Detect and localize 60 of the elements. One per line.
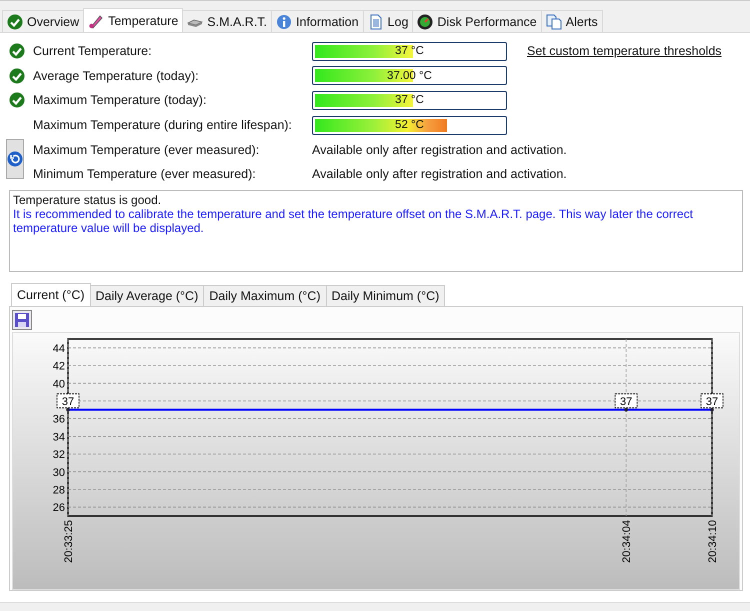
data-label: 37	[614, 392, 638, 408]
reading-value: Available only after registration and activation.	[312, 167, 568, 182]
chart-tab[interactable]: Daily Minimum (°C)	[326, 284, 446, 306]
info-icon	[276, 14, 292, 30]
reading-label: Maximum Temperature (ever measured):	[33, 142, 260, 157]
data-point	[710, 408, 714, 412]
reading-label: Average Temperature (today):	[33, 68, 200, 83]
chart-tab[interactable]: Current (°C)	[11, 282, 91, 306]
reading-value: Available only after registration and activation.	[312, 142, 568, 157]
reading-label: Current Temperature:	[33, 44, 153, 58]
undo-icon	[7, 151, 23, 168]
data-label: 37	[706, 395, 718, 408]
y-axis-label: 44	[52, 342, 65, 354]
check-icon	[7, 14, 23, 30]
reading-label: Maximum Temperature (during entire lifespan):	[33, 118, 293, 132]
tab-label: Temperature	[108, 14, 178, 28]
temperature-value: 52 °C	[394, 119, 425, 132]
thermometer-icon	[88, 12, 104, 28]
tab[interactable]: Log	[362, 10, 414, 32]
y-axis-label: 42	[52, 360, 65, 372]
tab[interactable]: Temperature	[83, 8, 184, 32]
y-axis-label: 34	[52, 430, 65, 443]
tab-label: Log	[388, 14, 408, 28]
save-button[interactable]	[12, 310, 32, 330]
tab-label: Information	[296, 14, 359, 28]
y-axis-label: 36	[52, 413, 65, 426]
tab-label: S.M.A.R.T.	[207, 14, 268, 28]
x-axis-label: 20:33:25	[63, 520, 75, 562]
tab[interactable]: Disk Performance	[412, 10, 542, 32]
status-text: Temperature status is good.	[13, 192, 162, 207]
tab-label: Alerts	[566, 14, 598, 28]
y-axis-label: 26	[52, 502, 65, 514]
data-label: 37	[620, 395, 632, 408]
data-point	[66, 408, 70, 412]
reading-label: Minimum Temperature (ever measured):	[33, 167, 257, 182]
thresholds-link[interactable]: Set custom temperature thresholds	[527, 44, 722, 58]
y-axis-label: 32	[52, 448, 65, 461]
gauge-icon	[417, 14, 434, 30]
documents-icon	[546, 14, 562, 30]
reset-button[interactable]	[6, 139, 24, 180]
data-point	[624, 408, 628, 412]
data-label: 37	[62, 395, 74, 408]
reading-label: Maximum Temperature (today):	[33, 93, 208, 108]
data-label: 37	[700, 392, 724, 408]
advice-text: It is recommended to calibrate the temperature and set the temperature offset on the S.M.A.R.T. page. This way later the correct temperature value will be displayed.	[13, 206, 694, 235]
tab[interactable]: Information	[271, 10, 364, 32]
tab[interactable]: Overview	[2, 10, 84, 32]
tab-label: Overview	[27, 14, 80, 28]
document-icon	[368, 14, 384, 30]
chart-tab[interactable]: Daily Maximum (°C)	[203, 284, 326, 306]
data-label: 37	[56, 392, 80, 408]
chart-tab[interactable]: Daily Average (°C)	[90, 284, 204, 306]
x-axis-label: 20:34:10	[707, 520, 719, 562]
status-textbox[interactable]: Temperature status is good. It is recommended to calibrate the temperature and set the temperature offset on the S.M.A.R.T. page. This way later the correct temperature value will be displayed.	[9, 190, 743, 272]
tab-label: Disk Performance	[437, 14, 537, 28]
y-axis-label: 40	[52, 378, 65, 390]
y-axis-label: 28	[52, 484, 65, 496]
y-axis-label: 30	[52, 466, 65, 478]
tab[interactable]: Alerts	[540, 10, 603, 32]
x-axis-label: 20:34:04	[621, 520, 634, 562]
